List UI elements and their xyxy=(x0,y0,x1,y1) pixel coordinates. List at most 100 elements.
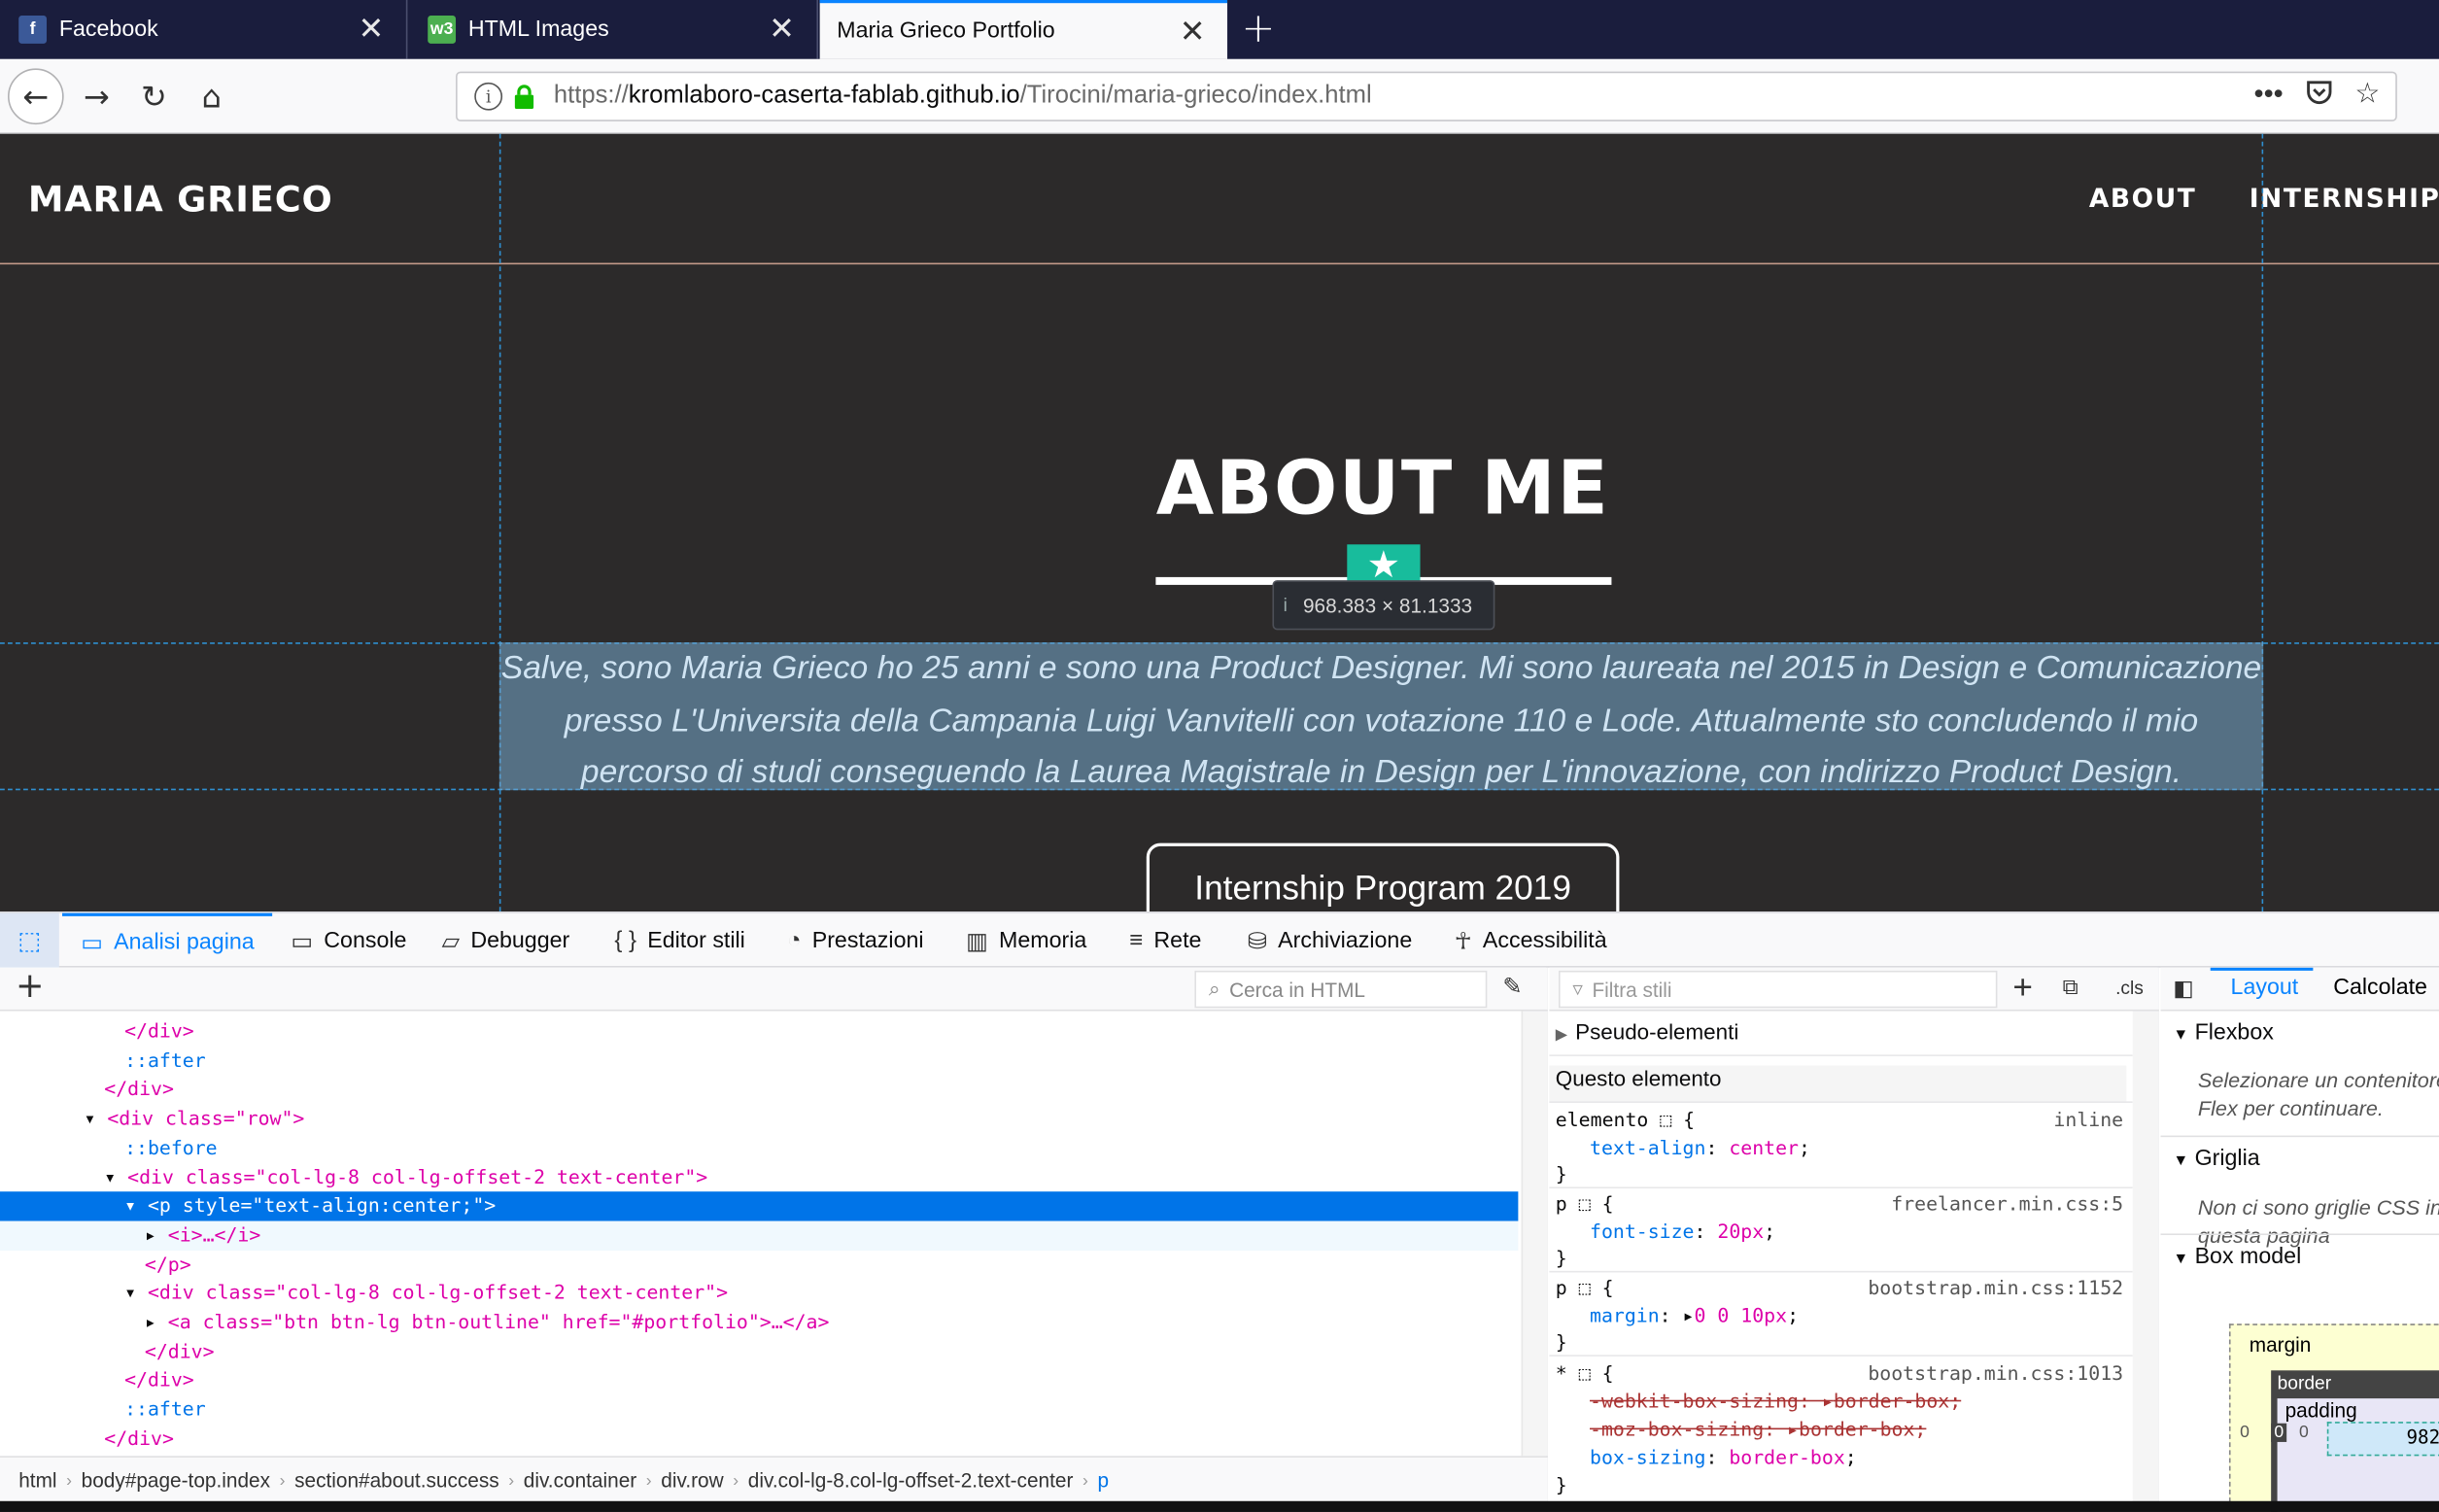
margin-left-value[interactable]: 0 xyxy=(2240,1424,2250,1442)
tab-debugger[interactable]: ▱ Debugger xyxy=(442,913,570,968)
pocket-icon[interactable] xyxy=(2305,78,2333,114)
rule-selector[interactable]: elemento ⬚ { xyxy=(1556,1108,1695,1131)
tab-facebook[interactable]: f Facebook ✕ xyxy=(0,0,408,59)
rule-source[interactable]: bootstrap.min.css:1152 xyxy=(1868,1276,2123,1299)
tree-node[interactable]: </div> xyxy=(0,1017,1518,1047)
rule-source[interactable]: freelancer.min.css:5 xyxy=(1891,1191,2123,1215)
breadcrumb-item[interactable]: section#about.success xyxy=(294,1468,499,1492)
tab-accessibility[interactable]: ☥ Accessibilità xyxy=(1455,913,1607,968)
rule-selector[interactable]: p ⬚ { xyxy=(1556,1276,1614,1299)
element-picker-icon[interactable]: ⬚ xyxy=(0,912,59,968)
tab-style-editor[interactable]: { } Editor stili xyxy=(614,913,745,968)
tree-node[interactable]: </p> xyxy=(0,1250,1518,1279)
internship-button[interactable]: Internship Program 2019 xyxy=(1146,842,1620,912)
rule-selector[interactable]: * ⬚ { xyxy=(1556,1361,1614,1385)
rule-declaration[interactable]: text-align: center; xyxy=(1590,1136,1810,1159)
forward-icon[interactable]: → xyxy=(72,72,121,121)
tree-node[interactable]: </div> xyxy=(0,1337,1518,1366)
star-icon[interactable]: ☆ xyxy=(2354,78,2380,114)
rule-source[interactable]: bootstrap.min.css:1013 xyxy=(1868,1361,2123,1385)
pseudo-elements-toggle[interactable]: ▶ Pseudo-elementi xyxy=(1556,1019,1739,1045)
nav-link-about[interactable]: ABOUT xyxy=(2089,184,2197,213)
rule-selector[interactable]: p ⬚ { xyxy=(1556,1191,1614,1215)
active-tab-indicator xyxy=(2210,967,2314,971)
page-actions-icon[interactable]: ••• xyxy=(2253,78,2283,114)
close-icon[interactable]: ✕ xyxy=(359,14,385,45)
box-model-diagram: margin border padding 982 0 0 0 xyxy=(2228,1323,2439,1512)
rules-panel: ▿ Filtra stili + ⧉ .cls ▶ Pseudo-elementi … xyxy=(1549,967,2159,1512)
tab-html-images[interactable]: w3 HTML Images ✕ xyxy=(409,0,819,59)
tab-console[interactable]: ▭ Console xyxy=(291,913,406,968)
new-tab-icon[interactable]: + xyxy=(1241,6,1275,52)
tab-memory[interactable]: ▥ Memoria xyxy=(966,913,1086,968)
tree-node[interactable]: ▸ <a class="btn btn-lg btn-outline" href… xyxy=(0,1308,1518,1337)
rule-declaration[interactable]: margin: ▸0 0 10px; xyxy=(1590,1303,1799,1326)
add-node-icon[interactable]: + xyxy=(16,968,45,1009)
tab-network[interactable]: ≡ Rete xyxy=(1129,913,1201,968)
content-width[interactable]: 982 xyxy=(2406,1426,2439,1448)
grid-section[interactable]: ▼ Griglia xyxy=(2173,1147,2259,1172)
rule-declaration-overridden[interactable]: -moz-box-sizing: ▸border-box; xyxy=(1590,1417,1926,1440)
tree-node[interactable]: ::before xyxy=(0,1134,1518,1163)
rule-declaration[interactable]: font-size: 20px; xyxy=(1590,1220,1775,1243)
layout-toolbar: ◧ Layout Calcolate xyxy=(2160,967,2439,1012)
breadcrumb-item[interactable]: body#page-top.index xyxy=(82,1468,270,1492)
search-html-input[interactable]: ⌕ Cerca in HTML xyxy=(1194,970,1488,1009)
home-icon[interactable]: ⌂ xyxy=(187,72,236,121)
divider xyxy=(1549,1270,2133,1273)
site-brand[interactable]: MARIA GRIECO xyxy=(28,181,333,222)
tree-node[interactable]: ▾ <div class="row"> xyxy=(0,1105,1518,1134)
margin-label: margin xyxy=(2249,1332,2312,1357)
info-icon[interactable]: i xyxy=(474,82,503,111)
rule-declaration-overridden[interactable]: -webkit-box-sizing: ▸border-box; xyxy=(1590,1390,1961,1413)
tab-storage[interactable]: ⛁ Archiviazione xyxy=(1248,913,1412,968)
w3schools-icon: w3 xyxy=(428,16,457,44)
tab-inspector[interactable]: ▭ Analisi pagina xyxy=(62,912,273,968)
sidebar-toggle-icon[interactable]: ◧ xyxy=(2173,976,2193,1002)
url-bar[interactable]: i https://kromlaboro-caserta-fablab.gith… xyxy=(456,71,2397,121)
eyedropper-icon[interactable]: ✎ xyxy=(1502,973,1522,1001)
breadcrumb-item[interactable]: p xyxy=(1097,1468,1109,1492)
padding-left-value[interactable]: 0 xyxy=(2299,1424,2309,1442)
breadcrumb-item[interactable]: div.row xyxy=(661,1468,723,1492)
back-icon[interactable]: ← xyxy=(8,68,64,125)
tree-node[interactable]: ▾ <div class="col-lg-8 col-lg-offset-2 t… xyxy=(0,1279,1518,1308)
tree-node[interactable]: </div> xyxy=(0,1425,1518,1454)
tree-node[interactable]: ▾ <div class="col-lg-8 col-lg-offset-2 t… xyxy=(0,1163,1518,1192)
rules-scrollbar[interactable] xyxy=(2132,1011,2159,1512)
dimension-tooltip: i 968.383 × 81.1333 xyxy=(1272,580,1495,631)
close-icon[interactable]: ✕ xyxy=(1180,17,1206,49)
tab-computed[interactable]: Calcolate xyxy=(2333,976,2427,1001)
reload-icon[interactable]: ↻ xyxy=(129,72,179,121)
flexbox-section[interactable]: ▼ Flexbox xyxy=(2173,1020,2274,1046)
border-left-value[interactable]: 0 xyxy=(2271,1423,2287,1442)
box-model-section[interactable]: ▼ Box model xyxy=(2173,1245,2301,1270)
add-rule-icon[interactable]: + xyxy=(2012,968,2033,1009)
tab-layout[interactable]: Layout xyxy=(2231,976,2299,1001)
url-text[interactable]: https://kromlaboro-caserta-fablab.github… xyxy=(554,83,1372,111)
rule-declaration[interactable]: box-sizing: border-box; xyxy=(1590,1445,1857,1468)
tree-node[interactable]: ::after xyxy=(0,1395,1518,1425)
breadcrumb-item[interactable]: div.col-lg-8.col-lg-offset-2.text-center xyxy=(748,1468,1074,1492)
tree-node[interactable]: ▸ <i>…</i> xyxy=(0,1220,1519,1251)
chevron-right-icon: › xyxy=(279,1470,286,1490)
rule-source[interactable]: inline xyxy=(2053,1108,2123,1131)
tree-node[interactable]: </div> xyxy=(0,1366,1518,1395)
toggle-pseudo-icon[interactable]: ⧉ xyxy=(2063,974,2078,1000)
tree-node-selected[interactable]: ▾ <p style="text-align:center;"> xyxy=(0,1191,1519,1221)
chevron-down-icon: ▼ xyxy=(2173,1152,2189,1170)
breadcrumb-item[interactable]: div.container xyxy=(524,1468,636,1492)
close-icon[interactable]: ✕ xyxy=(769,14,795,45)
grid-note: Non ci sono griglie CSS in questa pagina xyxy=(2197,1196,2439,1248)
tree-node[interactable]: ::after xyxy=(0,1047,1518,1076)
nav-link-internship[interactable]: INTERNSHIP2 xyxy=(2250,184,2439,213)
flexbox-note: Selezionare un contenitore Flex per cont… xyxy=(2197,1068,2439,1120)
markup-scrollbar[interactable] xyxy=(1521,1011,1548,1457)
cls-toggle[interactable]: .cls xyxy=(2115,977,2144,998)
breadcrumb-item[interactable]: html xyxy=(18,1468,56,1492)
tree-node[interactable]: </div> xyxy=(0,1076,1518,1105)
tab-maria-grieco[interactable]: Maria Grieco Portfolio ✕ xyxy=(819,0,1228,59)
filter-styles-input[interactable]: ▿ Filtra stili xyxy=(1559,970,1998,1009)
tab-performance[interactable]: ◔ Prestazioni xyxy=(787,913,924,968)
tab-label: Facebook xyxy=(58,17,158,43)
